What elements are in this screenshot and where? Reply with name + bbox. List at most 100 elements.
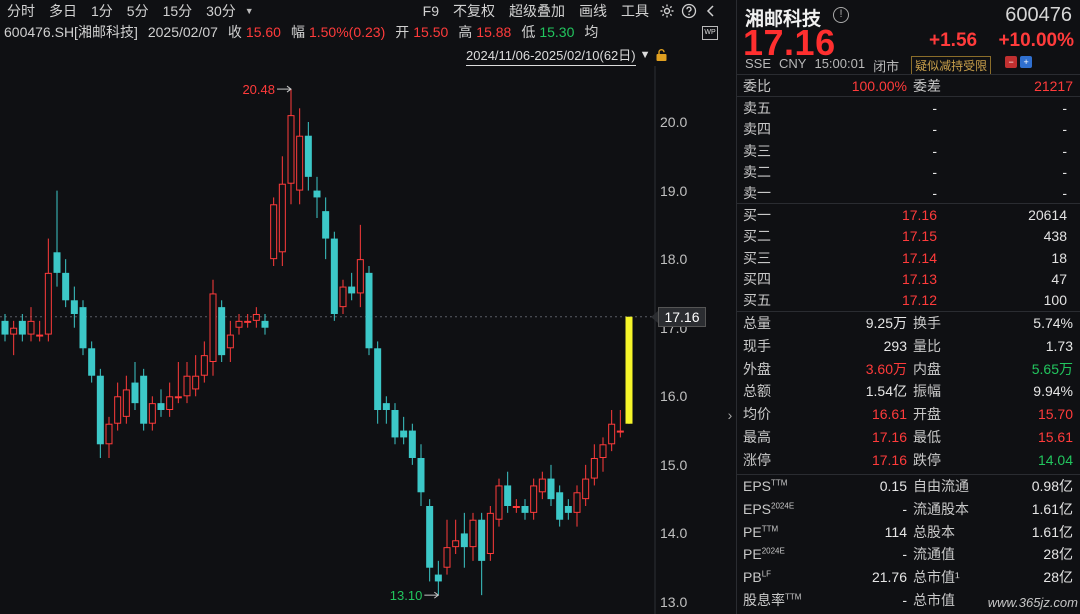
candle-body	[400, 430, 408, 438]
chart-toolbar: 分时 多日 1分 5分 15分 30分 ▼ F9 不复权 超级叠加 画线 工具	[0, 0, 722, 22]
bid-volume: 100	[1043, 292, 1067, 309]
weibi-row: 委比 100.00% 委差 21217	[743, 76, 1073, 96]
time-label: 15:00:01	[814, 56, 866, 71]
stat-label: 总额	[743, 383, 771, 400]
draw-line-button[interactable]: 画线	[572, 1, 614, 21]
max-price-label: 20.48	[242, 82, 275, 97]
stat-label: 均价	[743, 406, 771, 423]
y-tick-label: 13.0	[660, 594, 688, 610]
candle-body	[495, 485, 503, 520]
candle-body	[1, 320, 9, 335]
bid-row[interactable]: 买四 17.13 47	[743, 269, 1073, 289]
tools-button[interactable]: 工具	[614, 1, 656, 21]
adjust-button[interactable]: 不复权	[446, 1, 502, 21]
bid-price: 17.16	[901, 207, 937, 223]
fundamental-row: PBLF 21.76 总市值¹ 28亿	[743, 567, 1073, 587]
bid-price: 17.15	[901, 228, 937, 245]
market-status: 闭市	[873, 59, 900, 74]
stat-row: 均价 16.61 开盘 15.70	[743, 404, 1073, 424]
remove-icon[interactable]: −	[1005, 56, 1018, 68]
candlestick-chart[interactable]: 20.48 13.10	[0, 66, 722, 614]
chevron-left-icon[interactable]	[700, 0, 722, 22]
metric-name: EPS	[743, 500, 772, 517]
stat-value: 15.61	[1037, 429, 1073, 445]
bid-volume: 18	[1051, 249, 1067, 266]
candle-body	[391, 410, 399, 438]
period-tab-multiday[interactable]: 多日	[42, 1, 84, 21]
candle-body	[304, 135, 312, 177]
weibi-value: 100.00%	[851, 78, 907, 94]
stat-label: 涨停	[743, 451, 771, 468]
candle-body	[148, 403, 156, 424]
stat-row: 总额 1.54亿 振幅 9.94%	[743, 381, 1073, 401]
fundamental-value: 0.15	[879, 478, 907, 494]
f9-button[interactable]: F9	[416, 3, 446, 19]
candle-body	[252, 314, 260, 321]
fundamental-value: 0.98亿	[1031, 478, 1073, 494]
stat-value: 5.74%	[1033, 315, 1073, 331]
amplitude-value: 1.50%(0.23)	[308, 24, 386, 40]
date-range-selector[interactable]: 2024/11/06-2025/02/10(62日) ▼	[466, 45, 668, 66]
add-icon[interactable]: +	[1020, 56, 1033, 68]
candle-body	[27, 320, 35, 335]
reduction-flag[interactable]: 疑似减持受限	[911, 56, 992, 75]
ask-row[interactable]: 卖三 - -	[743, 141, 1073, 161]
period-tab-5min[interactable]: 5分	[120, 1, 156, 21]
candle-body	[504, 485, 512, 506]
gear-icon[interactable]	[656, 0, 678, 22]
bid-row[interactable]: 买一 17.16 20614	[743, 205, 1073, 225]
bid-row[interactable]: 买五 17.12 100	[743, 290, 1073, 310]
y-tick-label: 19.0	[660, 182, 688, 199]
fundamental-value: 114	[884, 523, 907, 540]
lock-icon[interactable]	[655, 48, 668, 62]
candle-body	[434, 574, 442, 582]
candle-body	[140, 375, 148, 424]
stat-label: 现手	[743, 337, 771, 354]
bid-row[interactable]: 买三 17.14 18	[743, 248, 1073, 268]
candle-body	[452, 540, 460, 548]
info-icon[interactable]: !	[833, 7, 849, 23]
ask-volume: -	[1062, 100, 1067, 116]
stat-label: 外盘	[743, 360, 771, 377]
stat-row: 最高 17.16 最低 15.61	[743, 427, 1073, 447]
ask-price: -	[932, 163, 937, 180]
candle-body	[105, 423, 113, 445]
ask-row[interactable]: 卖二 - -	[743, 162, 1073, 182]
help-icon[interactable]	[678, 0, 700, 22]
period-tab-intraday[interactable]: 分时	[0, 1, 42, 21]
candle-body	[36, 334, 44, 337]
candle-body	[590, 458, 598, 479]
bid-label: 买四	[743, 270, 771, 287]
period-tab-1min[interactable]: 1分	[84, 1, 120, 21]
candle-body	[330, 238, 338, 314]
ask-row[interactable]: 卖五 - -	[743, 98, 1073, 118]
ask-row[interactable]: 卖一 - -	[743, 183, 1073, 203]
stock-code-name: 600476.SH[湘邮科技]	[4, 24, 138, 40]
candle-body	[582, 478, 590, 500]
fundamental-label: EPSTTM	[743, 478, 803, 494]
metric-name: PE	[743, 546, 762, 563]
overlay-button[interactable]: 超级叠加	[502, 1, 572, 21]
candle-body	[174, 396, 182, 399]
ask-row[interactable]: 卖四 - -	[743, 119, 1073, 139]
period-tab-30min[interactable]: 30分	[199, 1, 243, 21]
fundamental-label: 流通股本	[913, 500, 969, 517]
candle-body	[408, 430, 416, 458]
chevron-right-icon[interactable]: ›	[724, 400, 736, 430]
candle-body	[616, 430, 624, 433]
period-more-dropdown[interactable]: ▼	[243, 6, 260, 16]
stock-code: 600476	[1005, 4, 1072, 26]
date-range-text[interactable]: 2024/11/06-2025/02/10(62日)	[466, 45, 636, 66]
chevron-down-icon[interactable]: ▼	[640, 49, 651, 61]
open-label: 开	[395, 24, 410, 40]
wp-badge[interactable]: WP	[702, 26, 718, 40]
open-value: 15.50	[413, 24, 449, 40]
bid-volume: 20614	[1028, 207, 1067, 223]
fundamental-label: 总市值¹	[913, 569, 960, 586]
stat-value: 1.54亿	[865, 383, 907, 400]
candle-body	[599, 444, 607, 458]
fundamental-label: PETTM	[743, 524, 803, 540]
period-tab-15min[interactable]: 15分	[156, 1, 200, 21]
bid-row[interactable]: 买二 17.15 438	[743, 226, 1073, 246]
metric-basis: 2024E	[761, 546, 785, 556]
